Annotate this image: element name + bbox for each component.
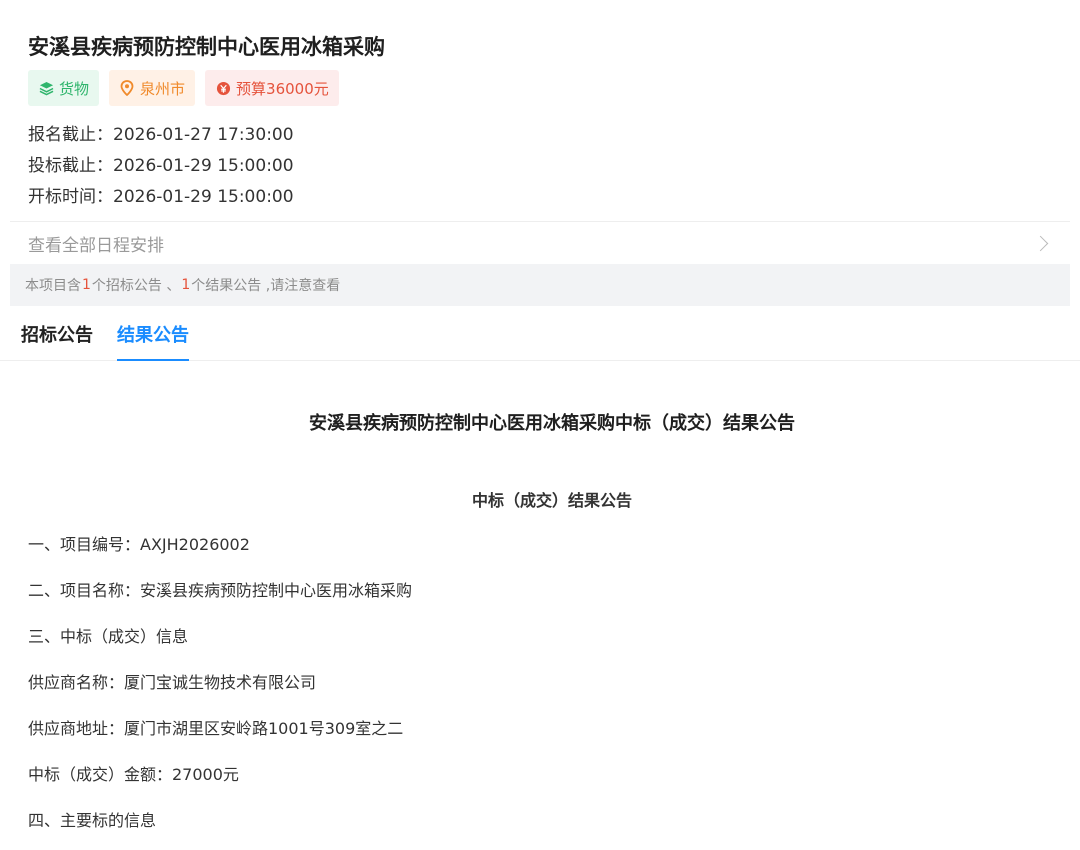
project-name-line: 二、项目名称：安溪县疾病预防控制中心医用冰箱采购 (28, 581, 413, 600)
budget-tag: 预算36000元 (205, 70, 339, 106)
project-tags: 货物 泉州市 预算36000元 (28, 70, 1052, 106)
bid-deadline-label: 投标截止： (28, 156, 113, 176)
category-tag: 货物 (28, 70, 100, 106)
result-notice-text: 个结果公告 ,请注意查看 (191, 278, 341, 294)
tab-result-notice[interactable]: 结果公告 (117, 321, 189, 361)
location-pin-icon (119, 80, 135, 96)
bid-deadline: 投标截止：2026-01-29 15:00:00 (28, 151, 1052, 182)
category-tag-label: 货物 (59, 79, 90, 98)
result-announcement: 安溪县疾病预防控制中心医用冰箱采购中标（成交）结果公告 中标（成交）结果公告 一… (0, 409, 1080, 833)
main-items-heading: 四、主要标的信息 (28, 811, 157, 830)
tab-tender-notice[interactable]: 招标公告 (21, 321, 93, 360)
bid-open-time-label: 开标时间： (28, 187, 113, 207)
notice-bar: 本项目含 1 个招标公告 、 1 个结果公告 ,请注意查看 (10, 264, 1070, 306)
announcement-subtitle: 中标（成交）结果公告 (471, 491, 632, 510)
bid-open-time: 开标时间：2026-01-29 15:00:00 (28, 182, 1052, 213)
project-header: 安溪县疾病预防控制中心医用冰箱采购 货物 泉州市 预算36000元 报名截止：2… (0, 0, 1080, 213)
signup-deadline: 报名截止：2026-01-27 17:30:00 (28, 120, 1052, 151)
signup-deadline-label: 报名截止： (28, 125, 113, 145)
announcement-title: 安溪县疾病预防控制中心医用冰箱采购中标（成交）结果公告 (309, 413, 795, 434)
layers-icon (38, 80, 54, 96)
award-amount-line: 中标（成交）金额：27000元 (28, 765, 239, 784)
city-tag-label: 泉州市 (140, 79, 186, 98)
signup-deadline-value: 2026-01-27 17:30:00 (113, 125, 294, 145)
bid-open-time-value: 2026-01-29 15:00:00 (113, 187, 294, 207)
notice-tabs: 招标公告 结果公告 (0, 306, 1080, 361)
chevron-right-icon (1032, 235, 1049, 251)
project-number-line: 一、项目编号：AXJH2026002 (28, 535, 250, 554)
bid-deadline-value: 2026-01-29 15:00:00 (113, 156, 294, 176)
notice-prefix: 本项目含 (25, 278, 81, 294)
city-tag: 泉州市 (109, 70, 196, 106)
budget-tag-label: 预算36000元 (236, 79, 329, 98)
view-all-schedule-link[interactable]: 查看全部日程安排 (10, 221, 1070, 264)
view-all-schedule-label: 查看全部日程安排 (28, 235, 164, 256)
yen-coin-icon (215, 80, 231, 96)
award-info-heading: 三、中标（成交）信息 (28, 627, 189, 646)
project-title: 安溪县疾病预防控制中心医用冰箱采购 (28, 35, 385, 59)
tender-notice-text: 个招标公告 、 (91, 278, 181, 294)
schedule: 报名截止：2026-01-27 17:30:00 投标截止：2026-01-29… (28, 120, 1052, 213)
tender-notice-count: 1 (82, 277, 91, 293)
supplier-name-line: 供应商名称：厦门宝诚生物技术有限公司 (28, 673, 317, 692)
supplier-address-line: 供应商地址：厦门市湖里区安岭路1001号309室之二 (28, 719, 404, 738)
result-notice-count: 1 (181, 277, 191, 293)
